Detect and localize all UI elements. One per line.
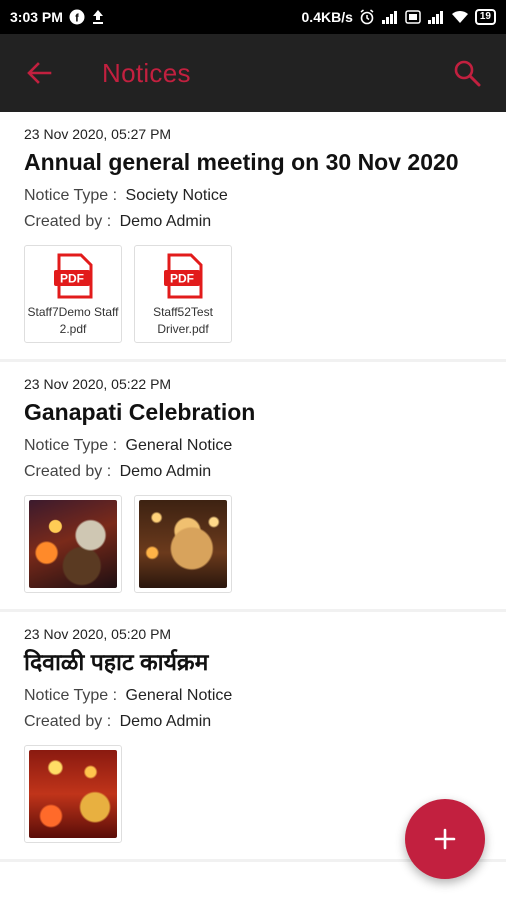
search-button[interactable] — [428, 34, 506, 112]
pdf-icon: PDF — [164, 253, 203, 299]
signal-icon-2 — [427, 10, 445, 24]
photo-icon — [29, 750, 117, 838]
image-attachment[interactable] — [24, 745, 122, 843]
created-by-row: Created by : Demo Admin — [24, 463, 482, 481]
battery-level: 19 — [479, 11, 491, 22]
photo-icon — [29, 500, 117, 588]
notice-type-label: Notice Type : — [24, 687, 118, 704]
attachments: PDF Staff7Demo Staff 2.pdf PDF Staff52Te… — [24, 245, 482, 343]
notice-type-value: General Notice — [125, 687, 233, 704]
created-by-value: Demo Admin — [119, 213, 212, 230]
signal-icon — [381, 10, 399, 24]
net-speed: 0.4KB/s — [301, 9, 353, 25]
attachment-filename: Staff52Test Driver.pdf — [153, 305, 213, 336]
image-attachment[interactable] — [24, 495, 122, 593]
notice-type-row: Notice Type : General Notice — [24, 687, 482, 705]
app-bar: Notices — [0, 34, 506, 112]
created-by-row: Created by : Demo Admin — [24, 213, 482, 231]
add-notice-button[interactable] — [405, 799, 485, 879]
notice-list[interactable]: 23 Nov 2020, 05:27 PM Annual general mee… — [0, 112, 506, 900]
battery-icon: 19 — [474, 9, 496, 25]
arrow-left-icon — [27, 62, 52, 84]
status-bar: 3:03 PM f 0.4KB/s 19 — [0, 0, 506, 34]
created-by-label: Created by : — [24, 463, 112, 480]
search-icon — [454, 60, 481, 87]
wifi-icon — [451, 10, 469, 24]
notice-date: 23 Nov 2020, 05:22 PM — [24, 376, 172, 392]
notice-date: 23 Nov 2020, 05:27 PM — [24, 126, 172, 142]
notice-title: दिवाळी पहाट कार्यक्रम — [24, 649, 209, 675]
plus-icon — [434, 828, 456, 850]
notice-date: 23 Nov 2020, 05:20 PM — [24, 626, 172, 642]
notice-type-label: Notice Type : — [24, 187, 118, 204]
facebook-icon: f — [69, 9, 85, 25]
status-left: 3:03 PM f — [10, 9, 105, 25]
notice-type-value: General Notice — [125, 437, 233, 454]
upload-icon — [91, 9, 105, 25]
notice-title: Annual general meeting on 30 Nov 2020 — [24, 149, 459, 175]
image-attachment[interactable] — [134, 495, 232, 593]
pdf-icon: PDF — [54, 253, 93, 299]
alarm-icon — [359, 9, 375, 25]
pdf-attachment[interactable]: PDF Staff52Test Driver.pdf — [134, 245, 232, 343]
created-by-label: Created by : — [24, 213, 112, 230]
notice-type-row: Notice Type : General Notice — [24, 437, 482, 455]
pdf-attachment[interactable]: PDF Staff7Demo Staff 2.pdf — [24, 245, 122, 343]
pdf-badge-text: PDF — [170, 272, 194, 286]
attachment-filename: Staff7Demo Staff 2.pdf — [27, 305, 119, 336]
status-right: 0.4KB/s 19 — [302, 9, 496, 25]
page-title: Notices — [102, 57, 191, 88]
created-by-value: Demo Admin — [119, 463, 212, 480]
photo-icon — [139, 500, 227, 588]
notice-card[interactable]: 23 Nov 2020, 05:27 PM Annual general mee… — [0, 112, 506, 362]
notice-type-value: Society Notice — [125, 187, 228, 204]
notice-type-label: Notice Type : — [24, 437, 118, 454]
created-by-value: Demo Admin — [119, 713, 212, 730]
pdf-badge-text: PDF — [60, 272, 84, 286]
notice-type-row: Notice Type : Society Notice — [24, 187, 482, 205]
notice-title: Ganapati Celebration — [24, 399, 256, 425]
created-by-row: Created by : Demo Admin — [24, 713, 482, 731]
svg-text:f: f — [75, 13, 79, 25]
created-by-label: Created by : — [24, 713, 112, 730]
notice-card[interactable]: 23 Nov 2020, 05:22 PM Ganapati Celebrati… — [0, 362, 506, 612]
volte-icon — [405, 10, 421, 24]
back-button[interactable] — [0, 34, 78, 112]
attachments — [24, 495, 482, 593]
status-time: 3:03 PM — [10, 9, 63, 25]
